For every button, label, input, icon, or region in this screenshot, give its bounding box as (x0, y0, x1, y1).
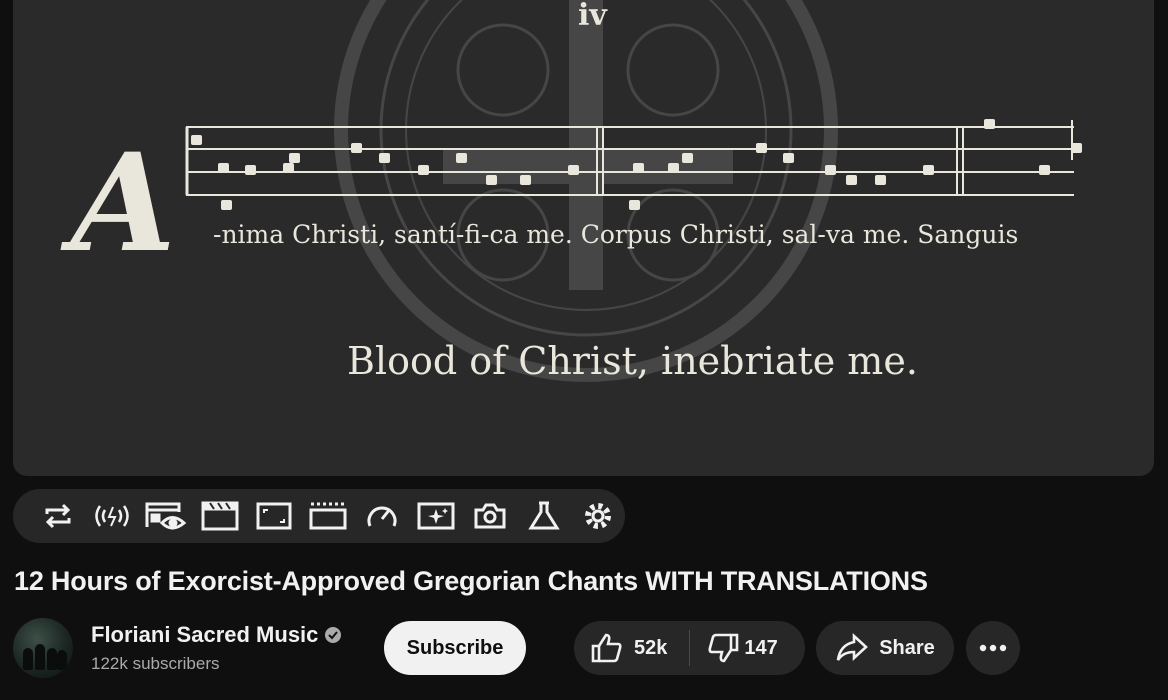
aspect-ratio-icon[interactable] (247, 489, 301, 543)
neume-note (289, 153, 300, 163)
neume-note (668, 163, 679, 173)
neume-note (568, 165, 579, 175)
neume-note (221, 200, 232, 210)
player-toolbar (13, 489, 625, 543)
neume-note (1071, 143, 1082, 153)
neume-note (783, 153, 794, 163)
neume-note (875, 175, 886, 185)
like-button[interactable]: 52k (574, 621, 689, 675)
more-dots-icon (979, 644, 1007, 652)
neume-note (629, 200, 640, 210)
clapperboard-icon[interactable] (193, 489, 247, 543)
neume-note (984, 119, 995, 129)
subscriber-count: 122k subscribers (91, 654, 220, 673)
subscribe-button[interactable]: Subscribe (384, 621, 526, 675)
neume-note (682, 153, 693, 163)
english-translation: Blood of Christ, inebriate me. (347, 339, 918, 383)
subtitles-icon[interactable] (301, 489, 355, 543)
screenshot-camera-icon[interactable] (463, 489, 517, 543)
repeat-icon[interactable] (31, 489, 85, 543)
benedict-medal-watermark (334, 0, 838, 382)
drop-cap-letter: A (60, 123, 176, 282)
dislike-button[interactable]: 147 (690, 621, 778, 675)
like-count: 52k (634, 636, 668, 659)
thumbs-down-icon (708, 633, 739, 663)
dislike-count: 147 (744, 636, 778, 659)
share-arrow-icon (836, 633, 869, 661)
neume-note (846, 175, 857, 185)
neume-note (520, 175, 531, 185)
neume-note (825, 165, 836, 175)
channel-name-row[interactable]: Floriani Sacred Music (91, 622, 342, 648)
neume-note (351, 143, 362, 153)
neume-note (456, 153, 467, 163)
neume-note (283, 163, 294, 173)
neume-note (191, 135, 202, 145)
neume-note (633, 163, 644, 173)
thumbs-up-icon (591, 633, 622, 663)
mode-numeral: iv (578, 0, 608, 33)
video-player[interactable]: iv A -nima Christi, santí-fi-ca me. Corp… (13, 0, 1154, 476)
neume-note (486, 175, 497, 185)
share-label: Share (879, 636, 935, 659)
screen-view-icon[interactable] (139, 489, 193, 543)
neume-note (218, 163, 229, 173)
settings-gear-icon[interactable] (571, 489, 625, 543)
video-title: 12 Hours of Exorcist-Approved Gregorian … (14, 566, 928, 596)
flask-icon[interactable] (517, 489, 571, 543)
chant-score-frame: iv A -nima Christi, santí-fi-ca me. Corp… (60, 0, 1082, 383)
ai-enhance-icon[interactable] (409, 489, 463, 543)
neume-note (756, 143, 767, 153)
neume-note (245, 165, 256, 175)
share-button[interactable]: Share (816, 621, 954, 675)
like-dislike-group: 52k 147 (574, 621, 805, 675)
neume-note (923, 165, 934, 175)
channel-avatar[interactable] (13, 618, 73, 678)
latin-lyrics: -nima Christi, santí-fi-ca me. Corpus Ch… (213, 220, 1018, 249)
live-audio-icon[interactable] (85, 489, 139, 543)
chant-neumes (191, 119, 1082, 210)
speed-gauge-icon[interactable] (355, 489, 409, 543)
channel-name[interactable]: Floriani Sacred Music (91, 622, 318, 648)
verified-badge-icon (325, 627, 342, 643)
neume-note (418, 165, 429, 175)
neume-note (379, 153, 390, 163)
neume-note (1039, 165, 1050, 175)
more-actions-button[interactable] (966, 621, 1020, 675)
